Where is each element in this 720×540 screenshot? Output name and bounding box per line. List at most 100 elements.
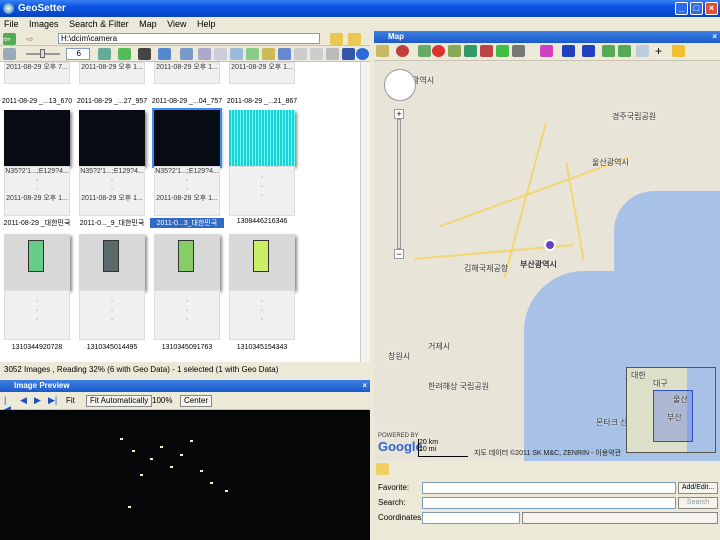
thumb-size-spinner[interactable]: 6 (66, 48, 90, 60)
track-icon[interactable] (464, 45, 477, 57)
menu-help[interactable]: Help (193, 17, 220, 31)
thumb-caption: 1310345091763 (161, 344, 213, 351)
edit-data-icon[interactable] (230, 48, 243, 60)
preview-toolbar: |◀ ◀ ▶ ▶| Fit Fit Automatically 100% Cen… (0, 392, 370, 414)
arrow-back-icon[interactable] (602, 45, 615, 57)
forward-arrow-icon[interactable]: ⇨ (26, 33, 39, 45)
fit-dropdown[interactable]: Fit (66, 392, 75, 410)
thumbnail-item-selected[interactable]: N35?2'1...;E129?4... · · 2011-08-29 오후 1.… (150, 108, 224, 228)
add-icon[interactable]: + (652, 45, 665, 57)
marker-icon[interactable] (396, 45, 409, 57)
location-marker[interactable] (544, 239, 556, 251)
zoom-dropdown[interactable]: 100% (152, 392, 172, 410)
center-button[interactable]: Center (180, 395, 213, 407)
pan-control[interactable] (384, 69, 416, 101)
delete-icon[interactable] (326, 48, 339, 60)
thumbnail-toolbar: 6 (0, 46, 370, 62)
thumbnail-item[interactable]: N35?2'1...;E129?4... · · 2011-08-29 오후 1.… (2, 110, 72, 228)
comment-icon[interactable] (636, 45, 649, 57)
thumbnail-item[interactable]: 2011-08-29 오후 1... 2011-08-29 _...27_957 (77, 62, 147, 105)
search-input[interactable] (422, 497, 676, 509)
folder-settings-icon[interactable] (348, 33, 361, 45)
direction-icon[interactable] (582, 45, 595, 57)
menu-view[interactable]: View (163, 17, 190, 31)
map-view[interactable]: 광역시 경주국립공원 울산광역시 부산광역시 김해국제공항 거제시 한려해상 국… (374, 61, 720, 461)
undo-icon[interactable] (294, 48, 307, 60)
map-copyright: 지도 데이터 ©2011 SK M&C, ZENRIN - 이용약관 (474, 450, 622, 457)
arrow-left-icon[interactable] (562, 45, 575, 57)
thumb-info: · · · (229, 166, 295, 216)
coordinates-input[interactable] (422, 512, 520, 524)
paste-icon[interactable] (214, 48, 227, 60)
pencil-icon[interactable] (376, 463, 389, 475)
camera-icon[interactable] (138, 48, 151, 60)
map-type-icon[interactable] (376, 45, 389, 57)
title-bar: GeoSetter _ □ × (0, 0, 720, 17)
zoom-control[interactable]: + − (394, 109, 404, 259)
thumbnail-item[interactable]: N35?2'1...;E129?4... · · 2011-08-29 오후 1.… (77, 110, 147, 228)
arrow-forward-icon[interactable] (618, 45, 631, 57)
thumbnail-item[interactable]: 2011-08-29 오후 1... 2011-08-29 _...21_867 (227, 62, 297, 105)
thumb-caption: 2011-0...3_대한민국 (150, 218, 224, 228)
link-icon[interactable] (448, 45, 461, 57)
reload-icon[interactable] (118, 48, 131, 60)
thumb-date: 2011-08-29 오후 1... (6, 195, 68, 202)
open-folder-icon[interactable] (330, 33, 343, 45)
pin-set-icon[interactable] (480, 45, 493, 57)
green-pin-icon[interactable] (496, 45, 509, 57)
maximize-button[interactable]: □ (690, 2, 703, 15)
close-icon[interactable]: × (362, 380, 367, 392)
globe-icon[interactable] (356, 48, 369, 60)
previous-image-icon[interactable]: ◀ (20, 396, 29, 405)
image-preview (0, 410, 370, 540)
copy-icon[interactable] (198, 48, 211, 60)
redo-icon[interactable] (310, 48, 323, 60)
menu-file[interactable]: File (0, 17, 23, 31)
favorites-icon[interactable] (672, 45, 685, 57)
zoom-out-button[interactable]: − (394, 249, 404, 259)
zoom-slider[interactable] (397, 119, 401, 249)
close-button[interactable]: × (705, 2, 718, 15)
overview-map[interactable]: 대한 대구 울산 부산 (626, 367, 716, 453)
view-mode-icon[interactable] (3, 48, 16, 60)
menu-images[interactable]: Images (25, 17, 63, 31)
thumbnail-item[interactable]: · · · 1310345154343 (227, 234, 297, 352)
thumbnail-item[interactable]: · · · 1310344920728 (2, 234, 72, 352)
search-button[interactable]: Search (678, 497, 718, 509)
last-image-icon[interactable]: ▶| (48, 396, 57, 405)
thumbnail-item[interactable]: · · · 1310345091763 (152, 234, 222, 352)
fit-automatically-button[interactable]: Fit Automatically (86, 395, 153, 407)
menu-search-filter[interactable]: Search & Filter (65, 17, 133, 31)
back-arrow-icon[interactable]: ⇦ (3, 33, 16, 45)
menu-bar: File Images Search & Filter Map View Hel… (0, 17, 720, 31)
sync-icon[interactable] (262, 48, 275, 60)
grid-scrollbar[interactable] (360, 62, 370, 362)
arrow-icon[interactable] (278, 48, 291, 60)
menu-map[interactable]: Map (135, 17, 161, 31)
flag-icon[interactable] (540, 45, 553, 57)
favorite-dropdown[interactable] (422, 482, 676, 494)
select-icon[interactable] (180, 48, 193, 60)
thumbnail-item[interactable]: · · · 1308446216346 (227, 110, 297, 228)
slider-handle[interactable] (40, 49, 45, 58)
window-title: GeoSetter (18, 3, 66, 14)
zoom-in-button[interactable]: + (394, 109, 404, 119)
favorite-label: Favorite: (378, 483, 410, 492)
save-icon[interactable] (342, 48, 355, 60)
thumbnail-item[interactable]: 2011-08-29 오후 1... 2011-08-29 _...04_757 (152, 62, 222, 105)
coordinates-action-button[interactable] (522, 512, 718, 524)
path-input[interactable]: H:\dcim\camera (58, 33, 320, 44)
assign-position-icon[interactable] (246, 48, 259, 60)
next-image-icon[interactable]: ▶ (34, 396, 43, 405)
thumbnail-item[interactable]: 2011-08-29 오후 7... 2011-08-29 _...13_670 (2, 62, 72, 105)
refresh-icon[interactable] (98, 48, 111, 60)
filter-icon[interactable] (158, 48, 171, 60)
minimize-button[interactable]: _ (675, 2, 688, 15)
search-icon[interactable] (512, 45, 525, 57)
close-icon[interactable]: × (712, 31, 717, 43)
add-edit-button[interactable]: Add/Edit... (678, 482, 718, 494)
position-icon[interactable] (418, 45, 431, 57)
first-image-icon[interactable]: |◀ (4, 396, 13, 414)
red-pin-icon[interactable] (432, 45, 445, 57)
thumbnail-item[interactable]: · · · 1310345014495 (77, 234, 147, 352)
